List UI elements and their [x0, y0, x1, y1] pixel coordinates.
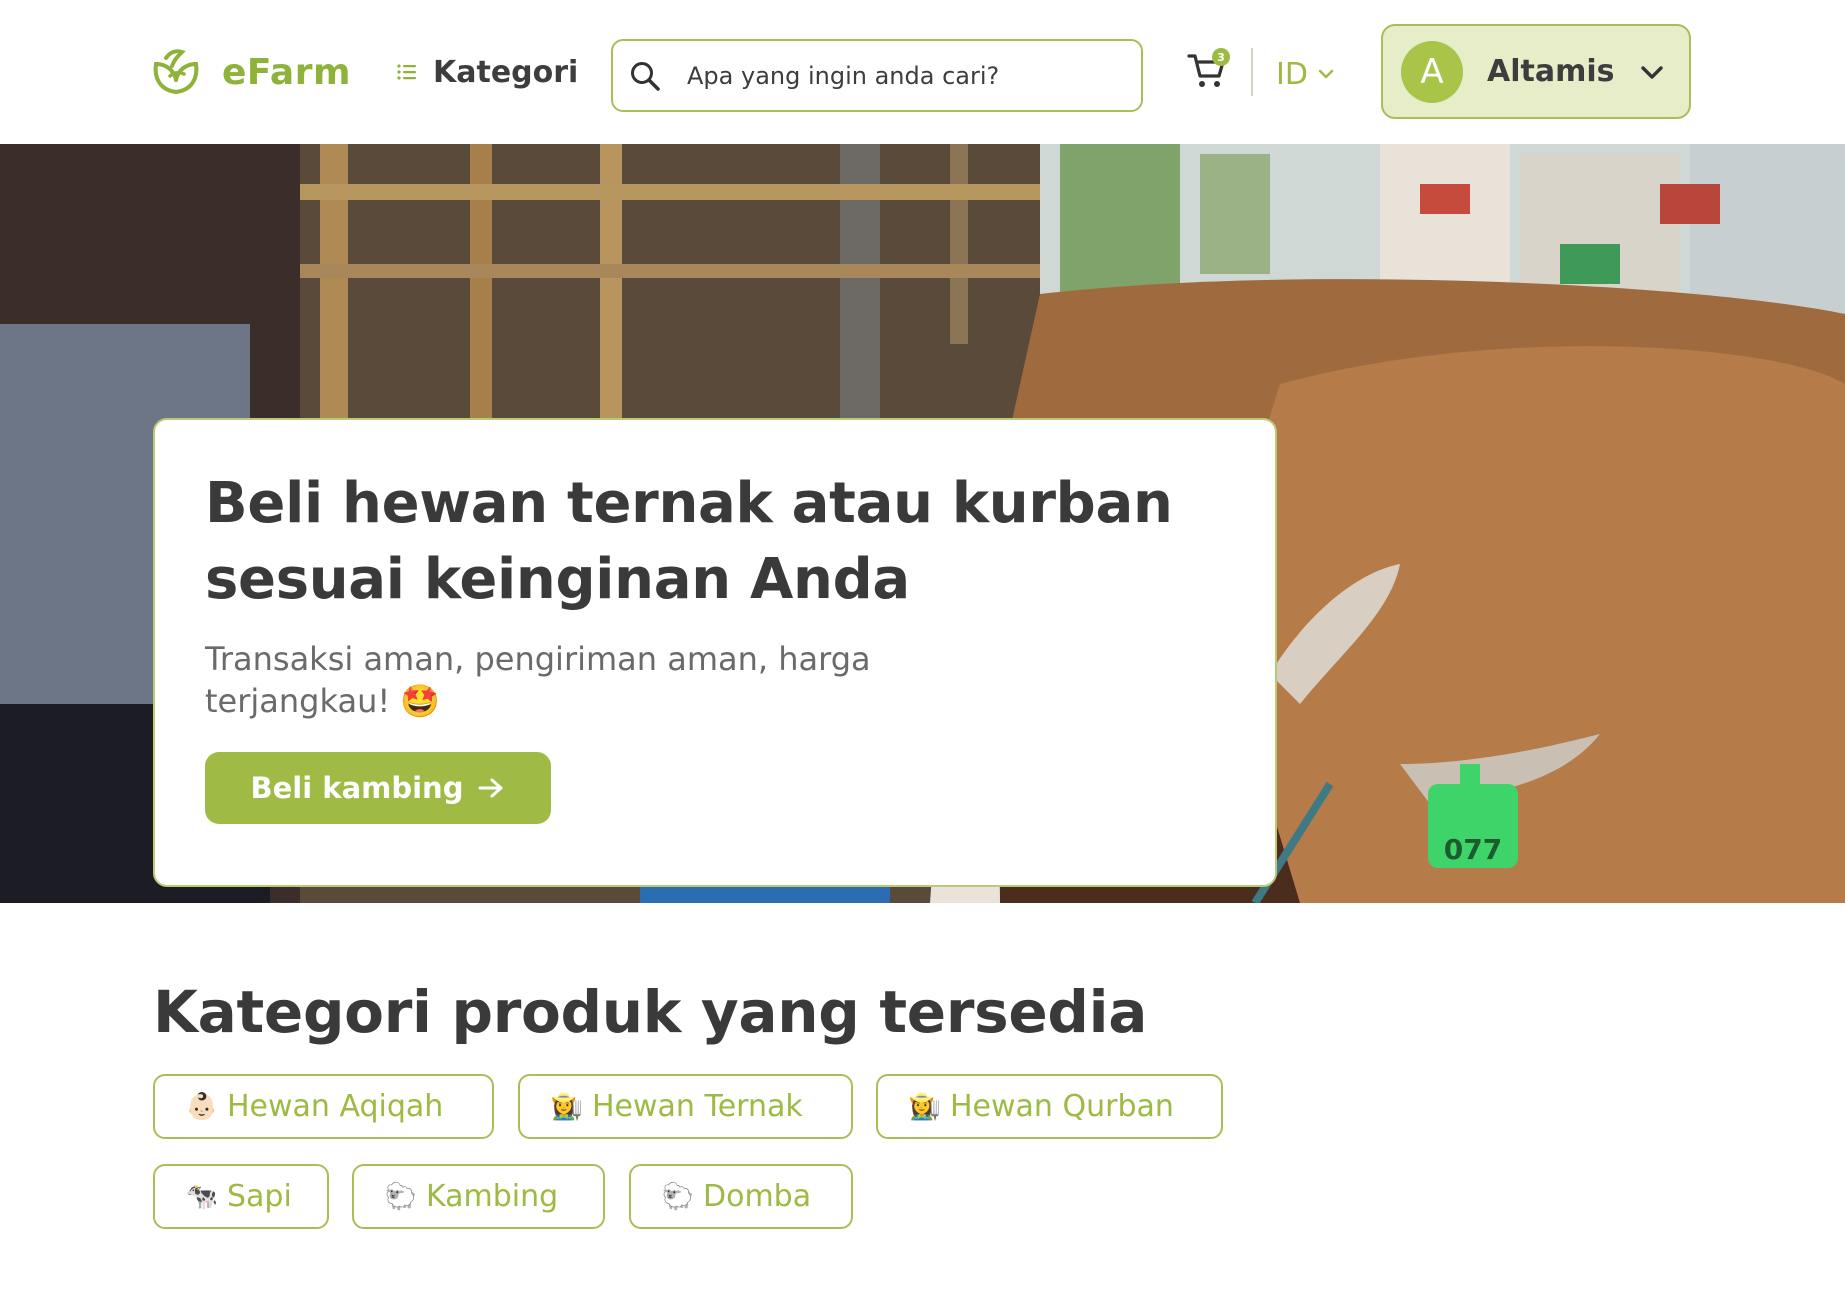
hero-title: Beli hewan ternak atau kurban sesuai kei…	[205, 471, 1173, 612]
category-chip-label: Sapi	[227, 1179, 292, 1214]
svg-text:077: 077	[1444, 833, 1502, 866]
cart-count-badge: 3	[1212, 48, 1230, 66]
category-chip-hewan-qurban[interactable]: 👩‍🌾 Hewan Qurban	[876, 1074, 1223, 1139]
category-chip-domba[interactable]: 🐑 Domba	[629, 1164, 853, 1229]
category-chip-hewan-aqiqah[interactable]: 👶🏻 Hewan Aqiqah	[153, 1074, 494, 1139]
farmer-icon: 👩‍🌾	[550, 1091, 584, 1122]
leaf-logo-icon	[153, 49, 199, 94]
kategori-menu-button[interactable]: Kategori	[395, 52, 578, 92]
hero-banner: 077 Beli hewan ternak atau kurban sesuai…	[0, 144, 1845, 903]
categories-title: Kategori produk yang tersedia	[153, 978, 1148, 1046]
baby-icon: 👶🏻	[185, 1091, 219, 1122]
arrow-right-icon	[478, 778, 503, 798]
user-menu-button[interactable]: A Altamis	[1381, 24, 1691, 119]
search-input[interactable]	[687, 61, 1127, 90]
cart-button[interactable]: 3	[1185, 48, 1231, 94]
list-icon	[397, 64, 416, 80]
sheep-icon: 🐑	[384, 1181, 418, 1212]
category-chip-label: Hewan Aqiqah	[227, 1089, 444, 1124]
hero-card: Beli hewan ternak atau kurban sesuai kei…	[153, 418, 1277, 887]
category-chip-sapi[interactable]: 🐄 Sapi	[153, 1164, 329, 1229]
user-name: Altamis	[1487, 54, 1615, 89]
category-chip-hewan-ternak[interactable]: 👩‍🌾 Hewan Ternak	[518, 1074, 853, 1139]
hero-subtitle: Transaksi aman, pengiriman aman, harga t…	[205, 640, 871, 720]
cow-icon: 🐄	[185, 1181, 219, 1212]
header-divider	[1251, 48, 1253, 96]
chevron-down-icon	[1318, 69, 1334, 79]
category-chip-kambing[interactable]: 🐑 Kambing	[352, 1164, 605, 1229]
chevron-down-icon	[1641, 66, 1663, 79]
category-chip-label: Hewan Qurban	[950, 1089, 1174, 1124]
search-icon[interactable]	[627, 58, 663, 94]
farmer-icon: 👩‍🌾	[908, 1091, 942, 1122]
category-chip-label: Domba	[703, 1179, 812, 1214]
search-bar	[611, 39, 1143, 112]
buy-goat-button-label: Beli kambing	[250, 771, 464, 805]
kategori-menu-label: Kategori	[433, 54, 579, 90]
top-navbar: eFarm Kategori 3 ID	[0, 0, 1845, 144]
sheep-icon: 🐑	[661, 1181, 695, 1212]
category-chip-label: Hewan Ternak	[592, 1089, 803, 1124]
brand-name: eFarm	[222, 51, 351, 93]
brand-logo[interactable]: eFarm	[150, 46, 351, 98]
language-code: ID	[1276, 56, 1308, 92]
language-selector[interactable]: ID	[1276, 54, 1336, 94]
category-chip-label: Kambing	[426, 1179, 559, 1214]
buy-goat-button[interactable]: Beli kambing	[205, 752, 551, 824]
avatar: A	[1401, 40, 1463, 103]
